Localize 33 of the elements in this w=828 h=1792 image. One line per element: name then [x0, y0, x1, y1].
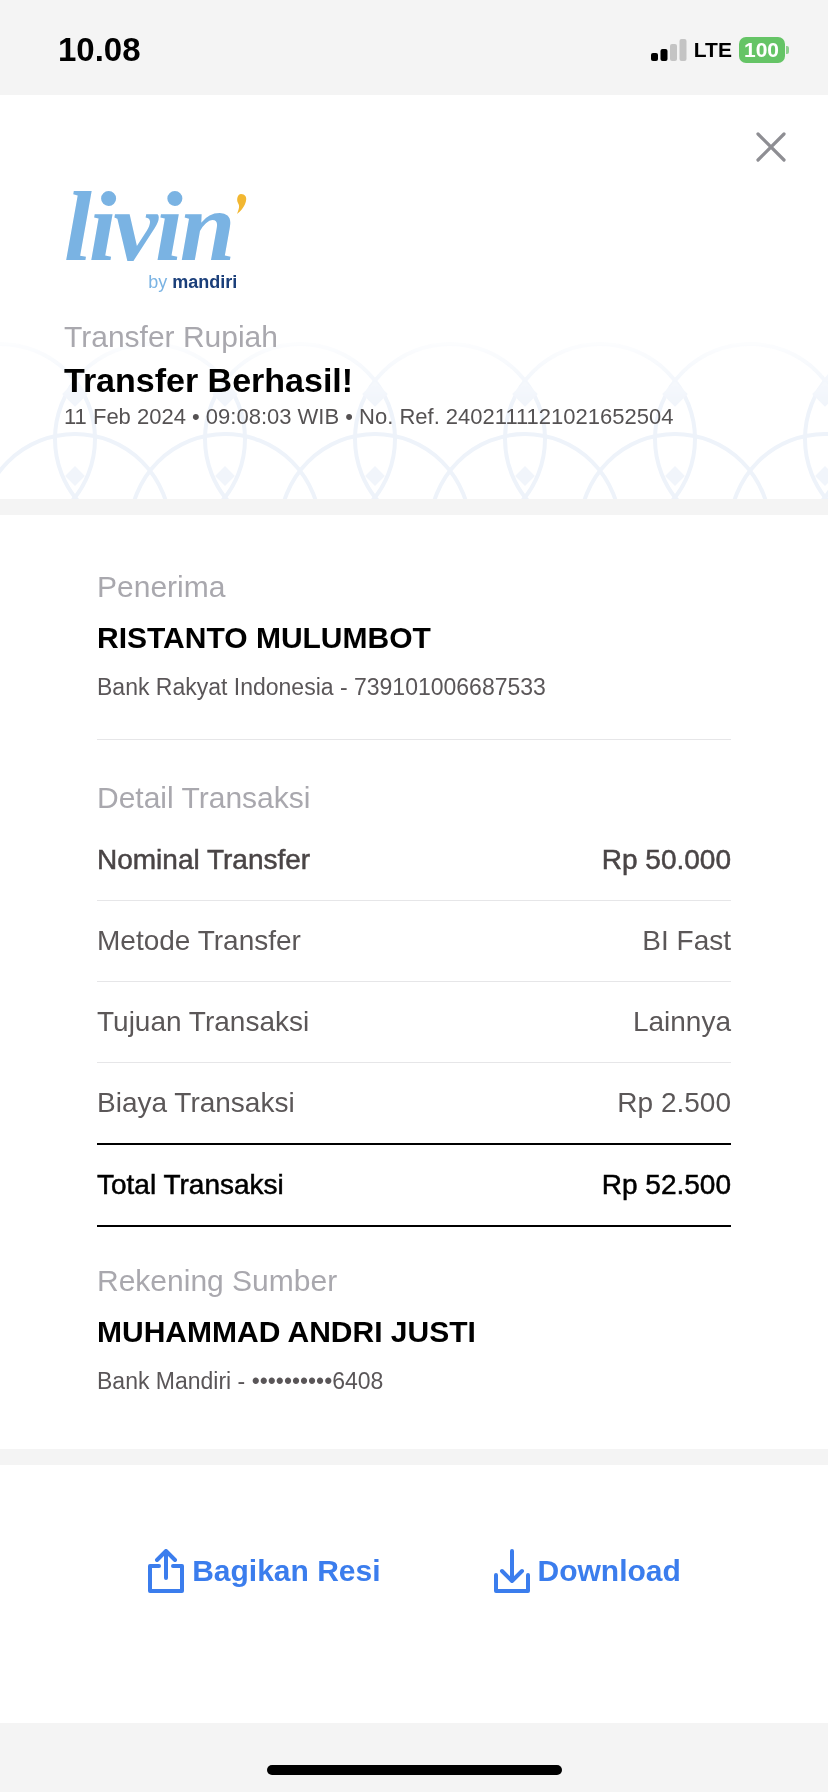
share-button[interactable]: Bagikan Resi [147, 1549, 381, 1593]
download-icon [492, 1549, 531, 1593]
logo-wordmark: livin [64, 182, 233, 272]
detail-label: Total Transaksi [97, 1168, 284, 1202]
detail-value: BI Fast [642, 924, 731, 958]
close-button[interactable] [756, 132, 786, 162]
signal-icon [650, 38, 687, 61]
detail-label: Biaya Transaksi [97, 1086, 295, 1120]
network-type: LTE [693, 37, 732, 62]
section-label: Penerima [97, 570, 227, 604]
status-title: Transfer Berhasil! [64, 361, 355, 399]
logo-accent-icon [236, 194, 248, 214]
logo-tagline: by mandiri [148, 272, 238, 292]
status-time: 10.08 [58, 30, 141, 69]
detail-value: Lainnya [632, 1005, 731, 1039]
detail-label: Tujuan Transaksi [97, 1005, 310, 1039]
detail-label: Metode Transfer [97, 924, 301, 958]
detail-label: Nominal Transfer [97, 843, 311, 877]
section-label: Rekening Sumber [97, 1264, 339, 1298]
recipient-name: RISTANTO MULUMBOT [97, 621, 432, 655]
recipient-account: Bank Rakyat Indonesia - 739101006687533 [97, 673, 547, 701]
battery-indicator: 100 [738, 36, 791, 63]
transaction-meta: 11 Feb 2024 • 09:08:03 WIB • No. Ref. 2402111121021652504 [64, 403, 675, 431]
detail-value: Rp 52.500 [601, 1168, 731, 1202]
detail-value: Rp 50.000 [601, 843, 731, 877]
close-icon [756, 132, 786, 162]
share-icon [147, 1549, 186, 1593]
transfer-category: Transfer Rupiah [64, 320, 279, 354]
source-name: MUHAMMAD ANDRI JUSTI [97, 1315, 477, 1349]
section-label: Detail Transaksi [97, 781, 312, 815]
detail-value: Rp 2.500 [617, 1086, 731, 1120]
source-account: Bank Mandiri - ••••••••••6408 [97, 1367, 385, 1395]
download-button[interactable]: Download [492, 1549, 681, 1593]
